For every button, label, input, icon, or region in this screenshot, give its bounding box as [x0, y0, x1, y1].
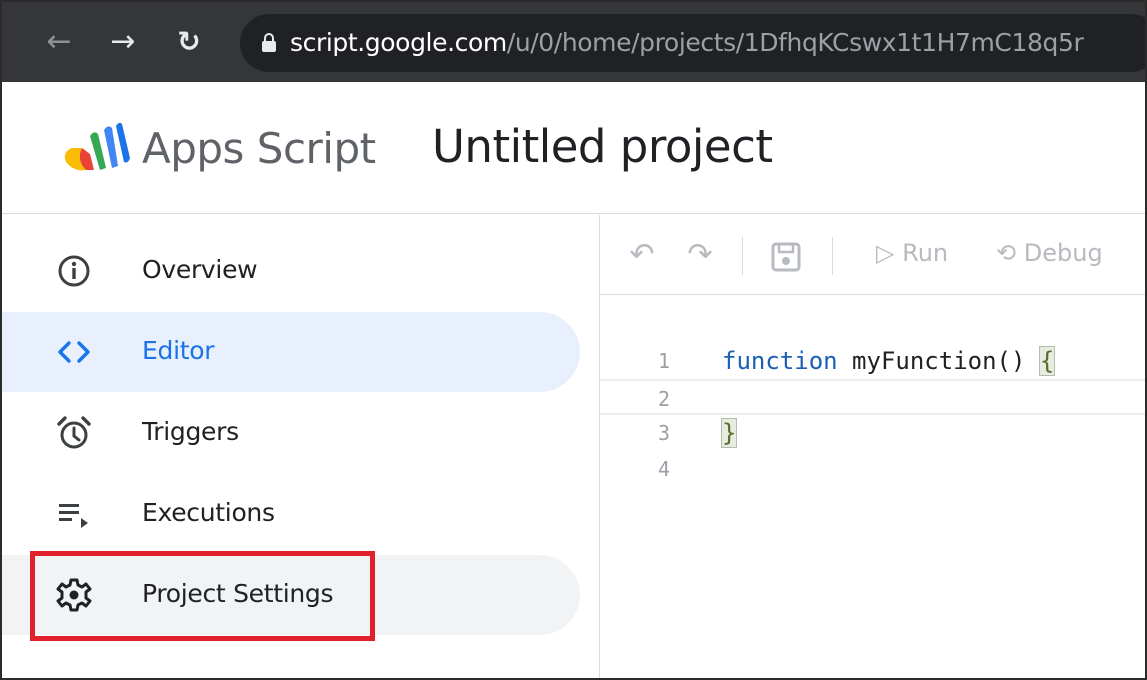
sidebar-item-triggers[interactable]: Triggers	[2, 393, 580, 473]
sidebar-item-editor[interactable]: Editor	[2, 312, 580, 392]
code-editor-panel: ↶ ↷ ▷ Run ⟲ Debug 1 function myFunction(…	[600, 215, 1145, 678]
info-icon	[58, 255, 90, 287]
toolbar-divider	[742, 237, 743, 275]
address-bar[interactable]: script.google.com/u/0/home/projects/1Dfh…	[240, 14, 1145, 72]
forward-arrow-icon[interactable]: →	[106, 22, 140, 62]
lock-icon	[262, 33, 276, 53]
apps-script-logo-icon[interactable]	[60, 118, 132, 178]
app-header: Apps Script Untitled project	[2, 82, 1145, 214]
sidebar-item-label: Editor	[142, 336, 215, 365]
browser-toolbar: ← → ↻ script.google.com/u/0/home/project…	[2, 2, 1145, 82]
line-number: 1	[657, 349, 670, 373]
sidebar-item-overview[interactable]: Overview	[2, 231, 580, 311]
code-text: function myFunction() {	[722, 343, 1056, 379]
sidebar-item-label: Executions	[142, 498, 275, 527]
alarm-clock-icon	[57, 416, 91, 449]
url-host: script.google.com	[290, 28, 507, 57]
code-line: 2	[600, 379, 1145, 415]
code-close-brace: }	[720, 418, 738, 448]
code-icon	[58, 341, 90, 363]
line-number: 4	[657, 457, 670, 481]
code-line: 4	[600, 451, 1145, 487]
code-line: 1 function myFunction() {	[600, 343, 1145, 379]
editor-toolbar: ↶ ↷ ▷ Run ⟲ Debug	[600, 215, 1145, 295]
code-line: 3 }	[600, 415, 1145, 451]
toolbar-divider	[832, 237, 833, 275]
highlight-annotation-box	[30, 551, 375, 641]
debug-icon: ⟲	[996, 239, 1024, 267]
code-keyword: function	[722, 347, 838, 375]
sidebar-item-executions[interactable]: Executions	[2, 474, 580, 554]
line-number: 3	[657, 421, 670, 445]
sidebar-item-label: Triggers	[142, 417, 239, 446]
app-name: Apps Script	[142, 124, 376, 173]
code-text: }	[720, 415, 738, 451]
line-number: 2	[657, 387, 670, 411]
run-label: Run	[902, 239, 949, 267]
code-function-signature: myFunction()	[837, 347, 1040, 375]
list-play-icon	[59, 504, 88, 528]
undo-icon[interactable]: ↶	[624, 235, 660, 275]
redo-icon[interactable]: ↷	[682, 235, 718, 275]
debug-label: Debug	[1023, 239, 1103, 267]
project-title[interactable]: Untitled project	[432, 120, 773, 173]
run-button[interactable]: ▷ Run	[876, 239, 948, 267]
url-path: /u/0/home/projects/1DfhqKCswx1t1H7mC18q5…	[506, 28, 1084, 57]
play-icon: ▷	[876, 239, 903, 267]
url-text[interactable]: script.google.com/u/0/home/projects/1Dfh…	[290, 28, 1084, 58]
back-arrow-icon[interactable]: ←	[42, 22, 76, 62]
debug-button[interactable]: ⟲ Debug	[996, 239, 1103, 267]
sidebar-item-label: Overview	[142, 255, 258, 284]
code-open-brace: {	[1038, 346, 1056, 376]
screenshot-frame: ← → ↻ script.google.com/u/0/home/project…	[0, 0, 1147, 680]
save-icon[interactable]	[768, 237, 804, 277]
reload-icon[interactable]: ↻	[172, 22, 206, 62]
code-area[interactable]: 1 function myFunction() { 2 3 } 4	[600, 295, 1145, 678]
